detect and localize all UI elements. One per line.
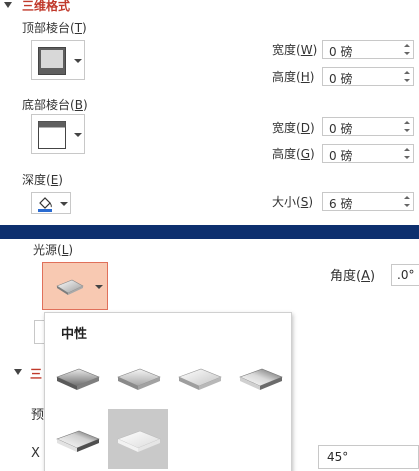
top-width-value[interactable]: 0 磅 [329, 43, 352, 60]
collapse-caret-icon[interactable] [4, 2, 12, 8]
bevel-preview-icon [38, 47, 66, 75]
preset-label-fragment: 预 [31, 408, 45, 423]
lighting-preset-icon [239, 368, 283, 390]
top-height-spinner[interactable]: 0 磅 [322, 67, 414, 86]
lighting-preset-icon [56, 430, 100, 452]
depth-label: 深度(E) [22, 173, 63, 187]
angle-input[interactable]: .0° [391, 264, 419, 286]
spin-up-icon[interactable] [404, 121, 410, 124]
top-height-label: 高度(H) [272, 70, 315, 84]
lighting-preset-icon [178, 368, 222, 390]
lighting-label: 光源(L) [33, 243, 74, 257]
bottom-height-label: 高度(G) [272, 147, 315, 161]
lighting-preset-tile[interactable] [47, 347, 107, 407]
spin-up-icon[interactable] [404, 71, 410, 74]
lighting-preset-tile-selected[interactable] [108, 409, 168, 469]
bevel-preview-icon [38, 121, 66, 149]
bottom-width-value[interactable]: 0 磅 [329, 120, 352, 137]
lighting-preset-icon [56, 279, 84, 295]
spin-up-icon[interactable] [404, 148, 410, 151]
angle-label: 角度(A) [330, 269, 376, 284]
bottom-bevel-dropdown[interactable] [31, 114, 85, 154]
chevron-down-icon [74, 59, 82, 63]
chevron-down-icon [74, 133, 82, 137]
rotation-value[interactable]: 45° [327, 450, 348, 464]
lighting-preset-icon [117, 368, 161, 390]
chevron-down-icon [60, 202, 68, 206]
separator-band [0, 225, 419, 239]
depth-color-dropdown[interactable] [31, 192, 71, 214]
collapse-caret-icon[interactable] [14, 369, 22, 375]
size-label: 大小(S) [272, 195, 314, 209]
lighting-dropdown[interactable] [42, 262, 108, 310]
bottom-height-value[interactable]: 0 磅 [329, 147, 352, 164]
x-label-fragment: X [31, 446, 40, 461]
lighting-preset-tile[interactable] [108, 347, 168, 407]
spin-up-icon[interactable] [404, 196, 410, 199]
top-height-value[interactable]: 0 磅 [329, 70, 352, 87]
section-title-3d-format[interactable]: 三维格式 [22, 0, 70, 14]
lighting-preset-icon [117, 430, 161, 452]
spin-down-icon[interactable] [404, 156, 410, 159]
lighting-preset-tile[interactable] [230, 347, 290, 407]
lighting-preset-tile[interactable] [169, 347, 229, 407]
top-bevel-label: 顶部棱台(T) [22, 21, 87, 35]
chevron-down-icon [95, 285, 103, 289]
spin-up-icon[interactable] [404, 44, 410, 47]
lighting-gallery-popup: 中性 [44, 312, 292, 471]
top-width-label: 宽度(W) [272, 43, 318, 57]
bottom-width-label: 宽度(D) [272, 121, 315, 135]
bottom-width-spinner[interactable]: 0 磅 [322, 117, 414, 136]
size-value[interactable]: 6 磅 [329, 195, 352, 212]
section-title-fragment: 三 [30, 367, 43, 381]
top-bevel-dropdown[interactable] [31, 40, 85, 80]
bottom-bevel-label: 底部棱台(B) [22, 98, 88, 112]
size-spinner[interactable]: 6 磅 [322, 192, 414, 211]
paint-bucket-icon [38, 197, 52, 212]
top-width-spinner[interactable]: 0 磅 [322, 40, 414, 59]
lighting-preset-icon [56, 368, 100, 390]
rotation-input[interactable]: 45° [318, 445, 419, 469]
angle-value[interactable]: .0° [397, 268, 414, 282]
spin-down-icon[interactable] [404, 79, 410, 82]
gallery-category-neutral: 中性 [61, 327, 88, 342]
bottom-height-spinner[interactable]: 0 磅 [322, 144, 414, 163]
spin-down-icon[interactable] [404, 204, 410, 207]
spin-down-icon[interactable] [404, 52, 410, 55]
lighting-preset-tile[interactable] [47, 409, 107, 469]
spin-down-icon[interactable] [404, 129, 410, 132]
